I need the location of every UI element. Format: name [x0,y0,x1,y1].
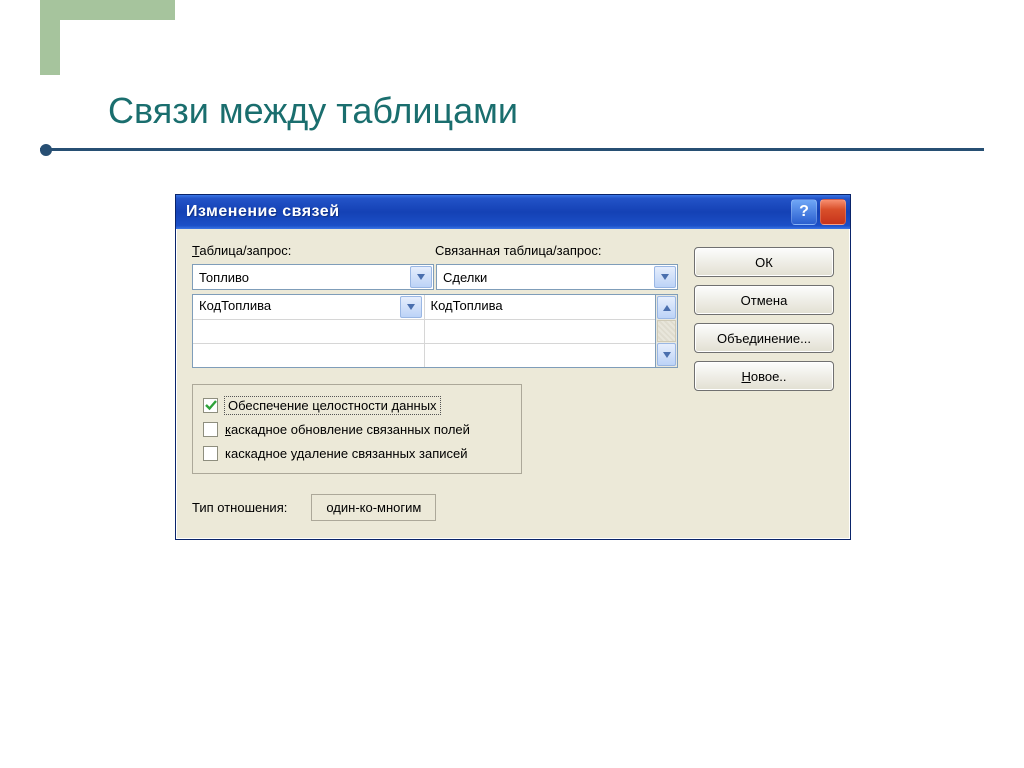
edit-relationships-dialog: Изменение связей ? Таблица/запрос: Связа… [175,194,851,540]
integrity-options-group: Обеспечение целостности данных каскадное… [192,384,522,474]
join-button[interactable]: Объединение... [694,323,834,353]
checkbox-integrity[interactable] [203,398,218,413]
scroll-up-button[interactable] [657,296,676,319]
table-row[interactable] [193,319,655,343]
label-related-table-query: Связанная таблица/запрос: [435,243,678,258]
slide-title: Связи между таблицами [108,90,518,132]
label-integrity: Обеспечение целостности данных [225,397,440,414]
combo-right-table[interactable]: Сделки [436,264,678,290]
help-icon: ? [799,203,809,221]
label-table-query: Таблица/запрос: [192,243,435,258]
grid-cell-right[interactable] [425,344,656,367]
combo-left-table-value: Топливо [199,270,410,285]
combo-right-dropdown-button[interactable] [654,266,676,288]
cell-value: КодТоплива [431,298,503,313]
chevron-down-icon [417,274,425,280]
ok-button[interactable]: ОК [694,247,834,277]
title-rule [40,148,984,151]
combo-right-table-value: Сделки [443,270,654,285]
field-mapping-grid[interactable]: КодТоплива КодТоплива [192,294,656,368]
chevron-down-icon [663,352,671,358]
table-row[interactable] [193,343,655,367]
close-button[interactable] [820,199,846,225]
new-button[interactable]: Новое.. [694,361,834,391]
grid-cell-left[interactable]: КодТоплива [193,295,425,319]
label-cascade-update: каскадное обновление связанных полей [225,422,470,437]
chevron-down-icon [407,304,415,310]
titlebar-text: Изменение связей [186,203,791,221]
grid-cell-left[interactable] [193,344,425,367]
scroll-track[interactable] [657,320,676,342]
table-row[interactable]: КодТоплива КодТоплива [193,295,655,319]
cell-value: КодТоплива [199,298,271,313]
cancel-button[interactable]: Отмена [694,285,834,315]
help-button[interactable]: ? [791,199,817,225]
slide-corner-decoration [0,0,175,75]
grid-cell-dropdown-button[interactable] [400,296,422,318]
grid-scrollbar[interactable] [656,294,678,368]
relation-type-value: один-ко-многим [311,494,436,521]
chevron-down-icon [661,274,669,280]
checkbox-cascade-update[interactable] [203,422,218,437]
combo-left-dropdown-button[interactable] [410,266,432,288]
checkmark-icon [205,399,217,411]
grid-cell-right[interactable] [425,320,656,343]
grid-cell-left[interactable] [193,320,425,343]
scroll-down-button[interactable] [657,343,676,366]
titlebar[interactable]: Изменение связей ? [176,195,850,229]
checkbox-cascade-delete[interactable] [203,446,218,461]
label-cascade-delete: каскадное удаление связанных записей [225,446,468,461]
grid-cell-right[interactable]: КодТоплива [425,295,656,319]
combo-left-table[interactable]: Топливо [192,264,434,290]
chevron-up-icon [663,305,671,311]
label-relation-type: Тип отношения: [192,500,287,515]
